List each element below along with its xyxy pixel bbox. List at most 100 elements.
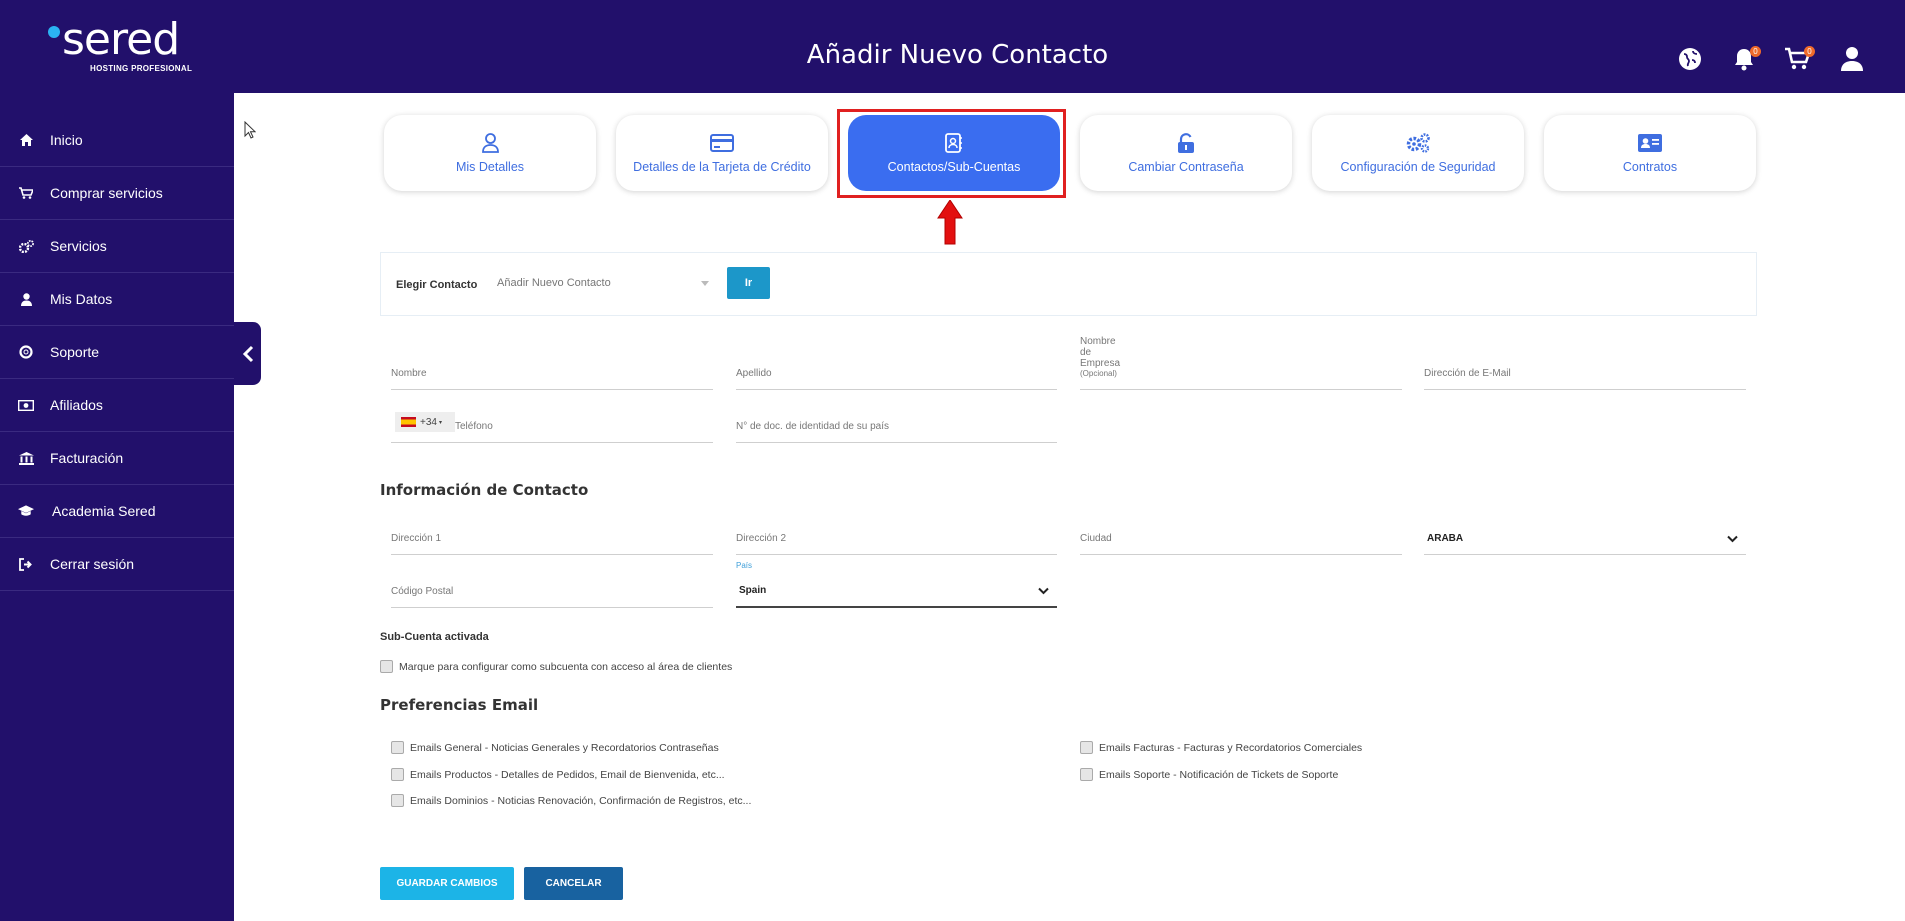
sidebar-item-academia[interactable]: Academia Sered bbox=[0, 485, 234, 538]
postal-code-field[interactable]: Código Postal bbox=[391, 576, 713, 608]
money-icon bbox=[18, 397, 34, 413]
last-name-field[interactable]: Apellido bbox=[736, 358, 1057, 390]
sidebar-item-inicio[interactable]: Inicio bbox=[0, 114, 234, 167]
choose-contact-select[interactable]: Añadir Nuevo Contacto bbox=[497, 277, 709, 295]
email-placeholder: Dirección de E-Mail bbox=[1424, 368, 1511, 379]
sidebar-item-soporte[interactable]: Soporte bbox=[0, 326, 234, 379]
email-pref-dominios[interactable]: Emails Dominios - Noticias Renovación, C… bbox=[391, 794, 751, 807]
sidebar-item-cerrar-sesion[interactable]: Cerrar sesión bbox=[0, 538, 234, 591]
company-name-field[interactable]: Nombre de Empresa (Opcional) bbox=[1080, 336, 1402, 390]
email-pref-general[interactable]: Emails General - Noticias Generales y Re… bbox=[391, 741, 719, 754]
email-pref-productos[interactable]: Emails Productos - Detalles de Pedidos, … bbox=[391, 768, 725, 781]
country-select[interactable]: Spain bbox=[736, 576, 1057, 608]
email-general-checkbox[interactable] bbox=[391, 741, 404, 754]
graduation-cap-icon bbox=[18, 503, 34, 519]
user-icon bbox=[18, 291, 34, 307]
user-outline-icon bbox=[481, 132, 499, 154]
city-placeholder: Ciudad bbox=[1080, 533, 1112, 544]
email-dominios-checkbox[interactable] bbox=[391, 794, 404, 807]
account-tabs: Mis Detalles Detalles de la Tarjeta de C… bbox=[384, 115, 1756, 191]
go-button[interactable]: Ir bbox=[727, 267, 770, 299]
email-productos-checkbox[interactable] bbox=[391, 768, 404, 781]
postal-code-placeholder: Código Postal bbox=[391, 586, 454, 597]
sidebar-item-label: Mis Datos bbox=[50, 291, 113, 307]
sidebar-item-label: Afiliados bbox=[50, 397, 103, 413]
address1-field[interactable]: Dirección 1 bbox=[391, 523, 713, 555]
logout-icon bbox=[18, 556, 34, 572]
email-soporte-checkbox[interactable] bbox=[1080, 768, 1093, 781]
notifications-bell-icon[interactable]: 0 bbox=[1729, 44, 1761, 74]
phone-country-selector[interactable]: +34 ▾ bbox=[395, 412, 455, 432]
sidebar-item-comprar[interactable]: Comprar servicios bbox=[0, 167, 234, 220]
subaccount-title: Sub-Cuenta activada bbox=[380, 631, 489, 643]
bank-icon bbox=[18, 450, 34, 466]
cart-icon bbox=[18, 185, 34, 201]
last-name-placeholder: Apellido bbox=[736, 368, 772, 379]
subaccount-checkbox-row[interactable]: Marque para configurar como subcuenta co… bbox=[380, 660, 732, 673]
sidebar-item-label: Comprar servicios bbox=[50, 185, 163, 201]
tab-mis-detalles[interactable]: Mis Detalles bbox=[384, 115, 596, 191]
id-card-icon bbox=[1638, 132, 1662, 154]
phone-country-code: +34 bbox=[420, 416, 437, 428]
region-value: ARABA bbox=[1427, 533, 1464, 544]
email-field[interactable]: Dirección de E-Mail bbox=[1424, 358, 1746, 390]
address1-placeholder: Dirección 1 bbox=[391, 533, 442, 544]
globe-icon[interactable] bbox=[1675, 44, 1705, 74]
red-arrow-icon bbox=[937, 199, 963, 251]
sidebar-item-label: Soporte bbox=[50, 344, 100, 360]
mouse-cursor-icon bbox=[244, 120, 257, 144]
cancel-button[interactable]: CANCELAR bbox=[524, 867, 623, 900]
sidebar-item-label: Academia Sered bbox=[52, 503, 156, 519]
sidebar-item-label: Inicio bbox=[50, 132, 83, 148]
email-dominios-label: Emails Dominios - Noticias Renovación, C… bbox=[410, 794, 752, 807]
choose-contact-panel: Elegir Contacto Añadir Nuevo Contacto Ir bbox=[380, 252, 1757, 316]
email-pref-soporte[interactable]: Emails Soporte - Notificación de Tickets… bbox=[1080, 768, 1338, 781]
subaccount-checkbox-label: Marque para configurar como subcuenta co… bbox=[399, 660, 733, 673]
email-general-label: Emails General - Noticias Generales y Re… bbox=[410, 741, 719, 754]
sidebar-item-label: Cerrar sesión bbox=[50, 556, 135, 572]
active-tab-highlight-box bbox=[837, 109, 1066, 198]
logo-dot bbox=[48, 26, 60, 38]
address2-field[interactable]: Dirección 2 bbox=[736, 523, 1057, 555]
contact-info-title: Información de Contacto bbox=[380, 481, 589, 499]
unlock-icon bbox=[1177, 132, 1195, 154]
subaccount-checkbox[interactable] bbox=[380, 660, 393, 673]
tab-cambiar-contrasena[interactable]: Cambiar Contraseña bbox=[1080, 115, 1292, 191]
security-gears-icon bbox=[1405, 132, 1431, 154]
choose-contact-value: Añadir Nuevo Contacto bbox=[497, 277, 611, 289]
sidebar-menu: Inicio Comprar servicios Servicios Mis D… bbox=[0, 114, 234, 591]
save-changes-button[interactable]: GUARDAR CAMBIOS bbox=[380, 867, 514, 900]
tab-label: Configuración de Seguridad bbox=[1340, 160, 1496, 174]
email-pref-facturas[interactable]: Emails Facturas - Facturas y Recordatori… bbox=[1080, 741, 1362, 754]
caret-down-icon bbox=[701, 281, 709, 286]
shopping-cart-icon[interactable]: 0 bbox=[1783, 44, 1815, 74]
sidebar-item-label: Servicios bbox=[50, 238, 107, 254]
first-name-field[interactable]: Nombre bbox=[391, 358, 713, 390]
address2-placeholder: Dirección 2 bbox=[736, 533, 787, 544]
country-label: País bbox=[736, 561, 753, 570]
credit-card-icon bbox=[710, 132, 734, 154]
chevron-down-icon bbox=[1727, 535, 1738, 546]
tab-contratos[interactable]: Contratos bbox=[1544, 115, 1756, 191]
sidebar-item-servicios[interactable]: Servicios bbox=[0, 220, 234, 273]
sidebar-item-mis-datos[interactable]: Mis Datos bbox=[0, 273, 234, 326]
sidebar-item-facturacion[interactable]: Facturación bbox=[0, 432, 234, 485]
email-facturas-label: Emails Facturas - Facturas y Recordatori… bbox=[1099, 741, 1363, 754]
email-preferences-title: Preferencias Email bbox=[380, 696, 539, 714]
phone-field[interactable]: +34 ▾ Teléfono bbox=[391, 411, 713, 443]
user-account-icon[interactable] bbox=[1837, 44, 1867, 74]
tab-tarjeta-credito[interactable]: Detalles de la Tarjeta de Crédito bbox=[616, 115, 828, 191]
sidebar-item-afiliados[interactable]: Afiliados bbox=[0, 379, 234, 432]
tab-configuracion-seguridad[interactable]: Configuración de Seguridad bbox=[1312, 115, 1524, 191]
gears-icon bbox=[18, 238, 34, 254]
id-document-field[interactable]: N° de doc. de identidad de su país bbox=[736, 411, 1057, 443]
sidebar-collapse-button[interactable] bbox=[234, 322, 261, 385]
lifebuoy-icon bbox=[18, 344, 34, 360]
city-field[interactable]: Ciudad bbox=[1080, 523, 1402, 555]
email-facturas-checkbox[interactable] bbox=[1080, 741, 1093, 754]
sidebar-item-label: Facturación bbox=[50, 450, 124, 466]
spain-flag-icon bbox=[401, 417, 416, 427]
region-select[interactable]: ARABA bbox=[1424, 523, 1746, 555]
caret-down-icon: ▾ bbox=[438, 419, 442, 426]
tab-label: Mis Detalles bbox=[455, 160, 525, 174]
